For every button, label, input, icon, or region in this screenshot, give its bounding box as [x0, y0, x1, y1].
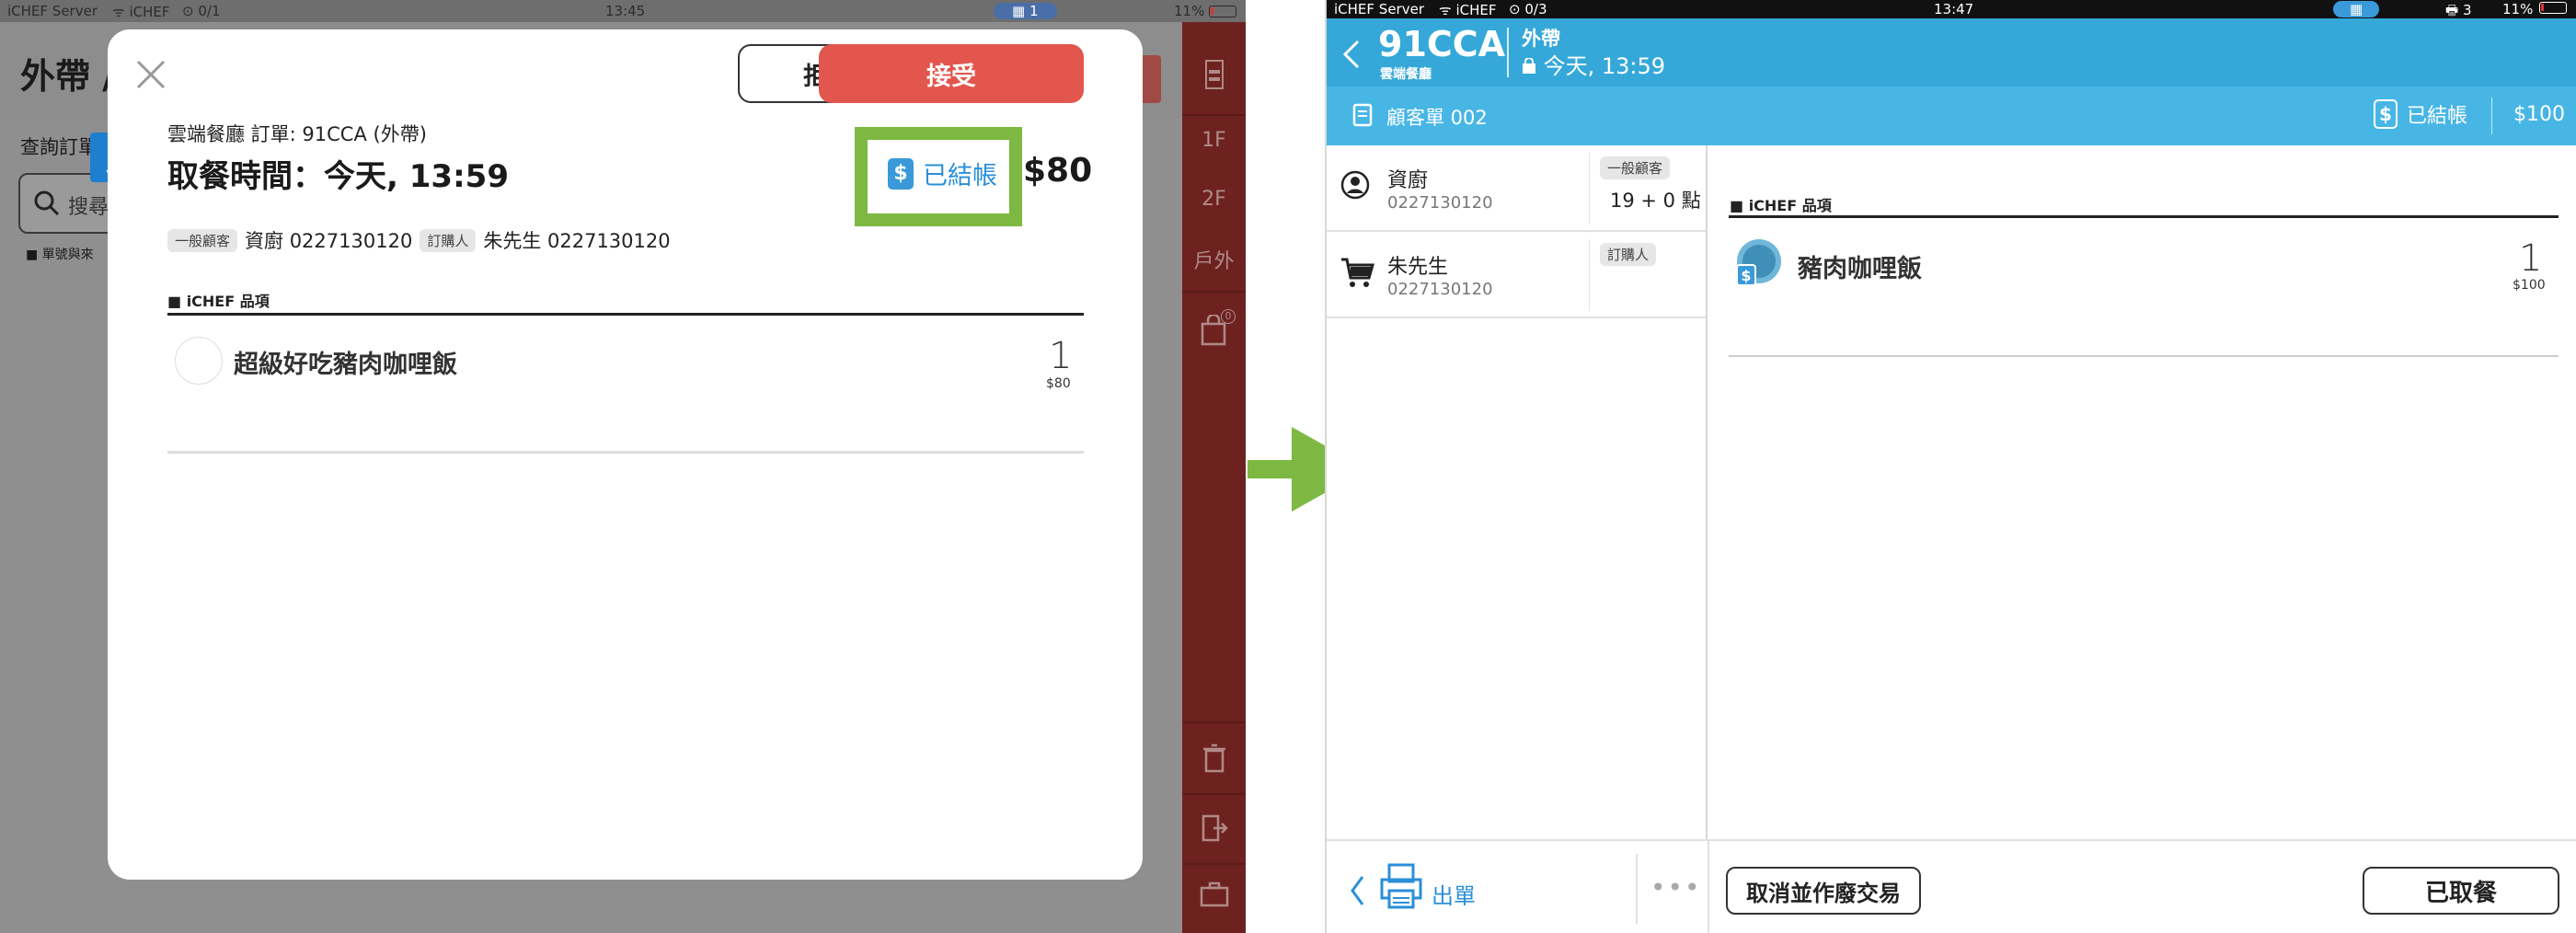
dollar-icon: $ — [888, 157, 914, 190]
section-divider — [1729, 215, 2559, 218]
customer-phone: 0227130120 — [1387, 193, 1493, 213]
customer-order-title: 顧客單 002 — [1386, 107, 1488, 129]
section-title: ■ iCHEF 品項 — [167, 293, 270, 310]
item-name: 豬肉咖哩飯 — [1798, 255, 1922, 283]
floor-2f: 2F — [1202, 188, 1226, 211]
section-title: ■ iCHEF 品項 — [1730, 197, 1832, 214]
item-quantity: 1 — [2519, 237, 2543, 280]
paid-status: $ 已結帳 — [2374, 99, 2467, 129]
floor-1f: 1F — [1202, 129, 1226, 152]
item-paid-icon: $ — [1733, 237, 1783, 287]
customer-points: 19 + 0 點 — [1610, 190, 1701, 212]
item-price: $80 — [1046, 376, 1071, 391]
wifi-text: ᯤ iCHEF — [112, 4, 170, 20]
bag-icon: 0 — [1182, 309, 1246, 351]
paid-label: 已結帳 — [923, 162, 997, 190]
restaurant-order-line: 雲端餐廳 訂單: 91CCA (外帶) — [167, 123, 427, 145]
orderer-tag: 訂購人 — [1600, 243, 1657, 266]
item-image-placeholder — [175, 337, 223, 385]
customer-line: 一般顧客 資廚 0227130120 訂購人 朱先生 0227130120 — [167, 226, 671, 254]
trash-icon — [1182, 743, 1246, 778]
order-header: 91CCA 雲端餐廳 外帶 今天, 13:59 — [1327, 18, 2576, 86]
clock-text: 13:45 — [605, 3, 646, 19]
orderer-name: 朱先生 — [1387, 256, 1449, 279]
customer-name: 資廚 — [1387, 169, 1429, 192]
printer-icon: ▦ — [2333, 1, 2380, 17]
order-amount: $100 — [2513, 103, 2565, 126]
customer-order-bar: 顧客單 002 $ 已結帳 $100 — [1327, 86, 2576, 145]
sync-text: ⊙ 0/1 — [182, 3, 221, 19]
background-search-placeholder: 搜尋 — [68, 196, 109, 219]
footer-divider — [1636, 854, 1638, 924]
status-bar: iCHEF Server ᯤ iCHEF ⊙ 0/3 13:47 ▦ 🖶 3 1… — [1327, 0, 2576, 18]
order-amount: $80 — [1023, 152, 1093, 190]
paid-label: 已結帳 — [2407, 105, 2468, 128]
print-button[interactable]: 出單 — [1432, 878, 1476, 910]
background-query-label: 查詢訂單 — [20, 136, 98, 158]
background-title: 外帶 / — [20, 56, 116, 97]
picked-up-button[interactable]: 已取餐 — [2363, 867, 2559, 915]
exit-icon — [1182, 813, 1246, 848]
header-divider — [1507, 28, 1509, 77]
section-divider — [167, 313, 1084, 316]
orderer-tag: 訂購人 — [420, 228, 477, 252]
accept-button[interactable]: 接受 — [819, 44, 1084, 103]
paid-status: $ 已結帳 — [888, 156, 997, 191]
user-icon — [1340, 170, 1370, 200]
left-screenshot: iCHEF Server ᯤ iCHEF ⊙ 0/1 13:45 ▦ 1 11%… — [0, 0, 1246, 933]
pickup-time: 取餐時間：今天, 13:59 — [167, 158, 509, 195]
cart-count-badge: 0 — [1221, 309, 1236, 324]
floor-panel: 1F 2F 戶外 0 — [1182, 22, 1246, 933]
subheader-divider — [2491, 98, 2492, 134]
chevron-left-icon[interactable] — [1349, 874, 1365, 911]
right-screenshot: iCHEF Server ᯤ iCHEF ⊙ 0/3 13:47 ▦ 🖶 3 1… — [1325, 0, 2576, 933]
item-name: 超級好吃豬肉咖哩飯 — [234, 351, 457, 379]
customer-type-tag: 一般顧客 — [167, 228, 238, 252]
customer-list: 資廚 0227130120 一般顧客 19 + 0 點 朱先生 02271301… — [1327, 145, 1708, 839]
orderer-phone: 0227130120 — [1387, 280, 1493, 299]
back-icon[interactable] — [1341, 39, 1362, 74]
battery-text: 11% — [1174, 3, 1205, 19]
svg-text:$: $ — [1741, 267, 1751, 284]
battery-text: 11% — [2502, 1, 2534, 17]
order-time: 今天, 13:59 — [1522, 48, 1665, 80]
background-small-label: ■ 單號與來 — [26, 248, 94, 262]
cancel-void-button[interactable]: 取消並作廢交易 — [1726, 867, 1921, 915]
customer-type-tag: 一般顧客 — [1600, 156, 1671, 179]
printer-status: ▦ 1 — [994, 3, 1057, 19]
briefcase-icon — [1182, 881, 1246, 913]
carrier-text: iCHEF Server — [1334, 1, 1424, 17]
item-quantity: 1 — [1049, 335, 1073, 377]
restaurant-name: 雲端餐廳 — [1380, 67, 1432, 82]
carrier-text: iCHEF Server — [7, 3, 98, 19]
items-divider — [167, 451, 1084, 454]
dollar-icon: $ — [2374, 99, 2398, 129]
battery-level-icon — [1182, 57, 1246, 96]
sync-text: ⊙ 0/3 — [1509, 1, 1547, 17]
order-modal: 拒絕 接受 雲端餐廳 訂單: 91CCA (外帶) 取餐時間：今天, 13:59… — [108, 29, 1143, 880]
more-icon[interactable]: ••• — [1650, 872, 1702, 903]
status-bar: iCHEF Server ᯤ iCHEF ⊙ 0/1 13:45 ▦ 1 11% — [0, 0, 1246, 22]
floor-outdoor: 戶外 — [1193, 250, 1235, 273]
close-icon[interactable] — [135, 59, 167, 94]
customer-row[interactable]: 資廚 0227130120 一般顧客 19 + 0 點 — [1327, 145, 1706, 232]
items-divider — [1729, 355, 2559, 357]
clock-text: 13:47 — [1934, 1, 1974, 17]
orderer-row[interactable]: 朱先生 0227130120 訂購人 — [1327, 232, 1706, 318]
printer-icon[interactable] — [1378, 863, 1426, 915]
cart-icon — [1341, 258, 1374, 287]
order-code: 91CCA — [1378, 24, 1506, 64]
search-icon — [34, 190, 60, 216]
footer-divider — [1708, 841, 1709, 933]
receipt-icon — [1352, 103, 1373, 131]
bag-icon — [1523, 57, 1535, 74]
item-price: $100 — [2513, 278, 2546, 293]
orderer-info: 朱先生 0227130120 — [483, 230, 671, 252]
wifi-text: ᯤ iCHEF — [1439, 2, 1497, 18]
order-footer: 出單 ••• 取消並作廢交易 已取餐 — [1327, 839, 2576, 933]
customer-info: 資廚 0227130120 — [245, 230, 413, 252]
